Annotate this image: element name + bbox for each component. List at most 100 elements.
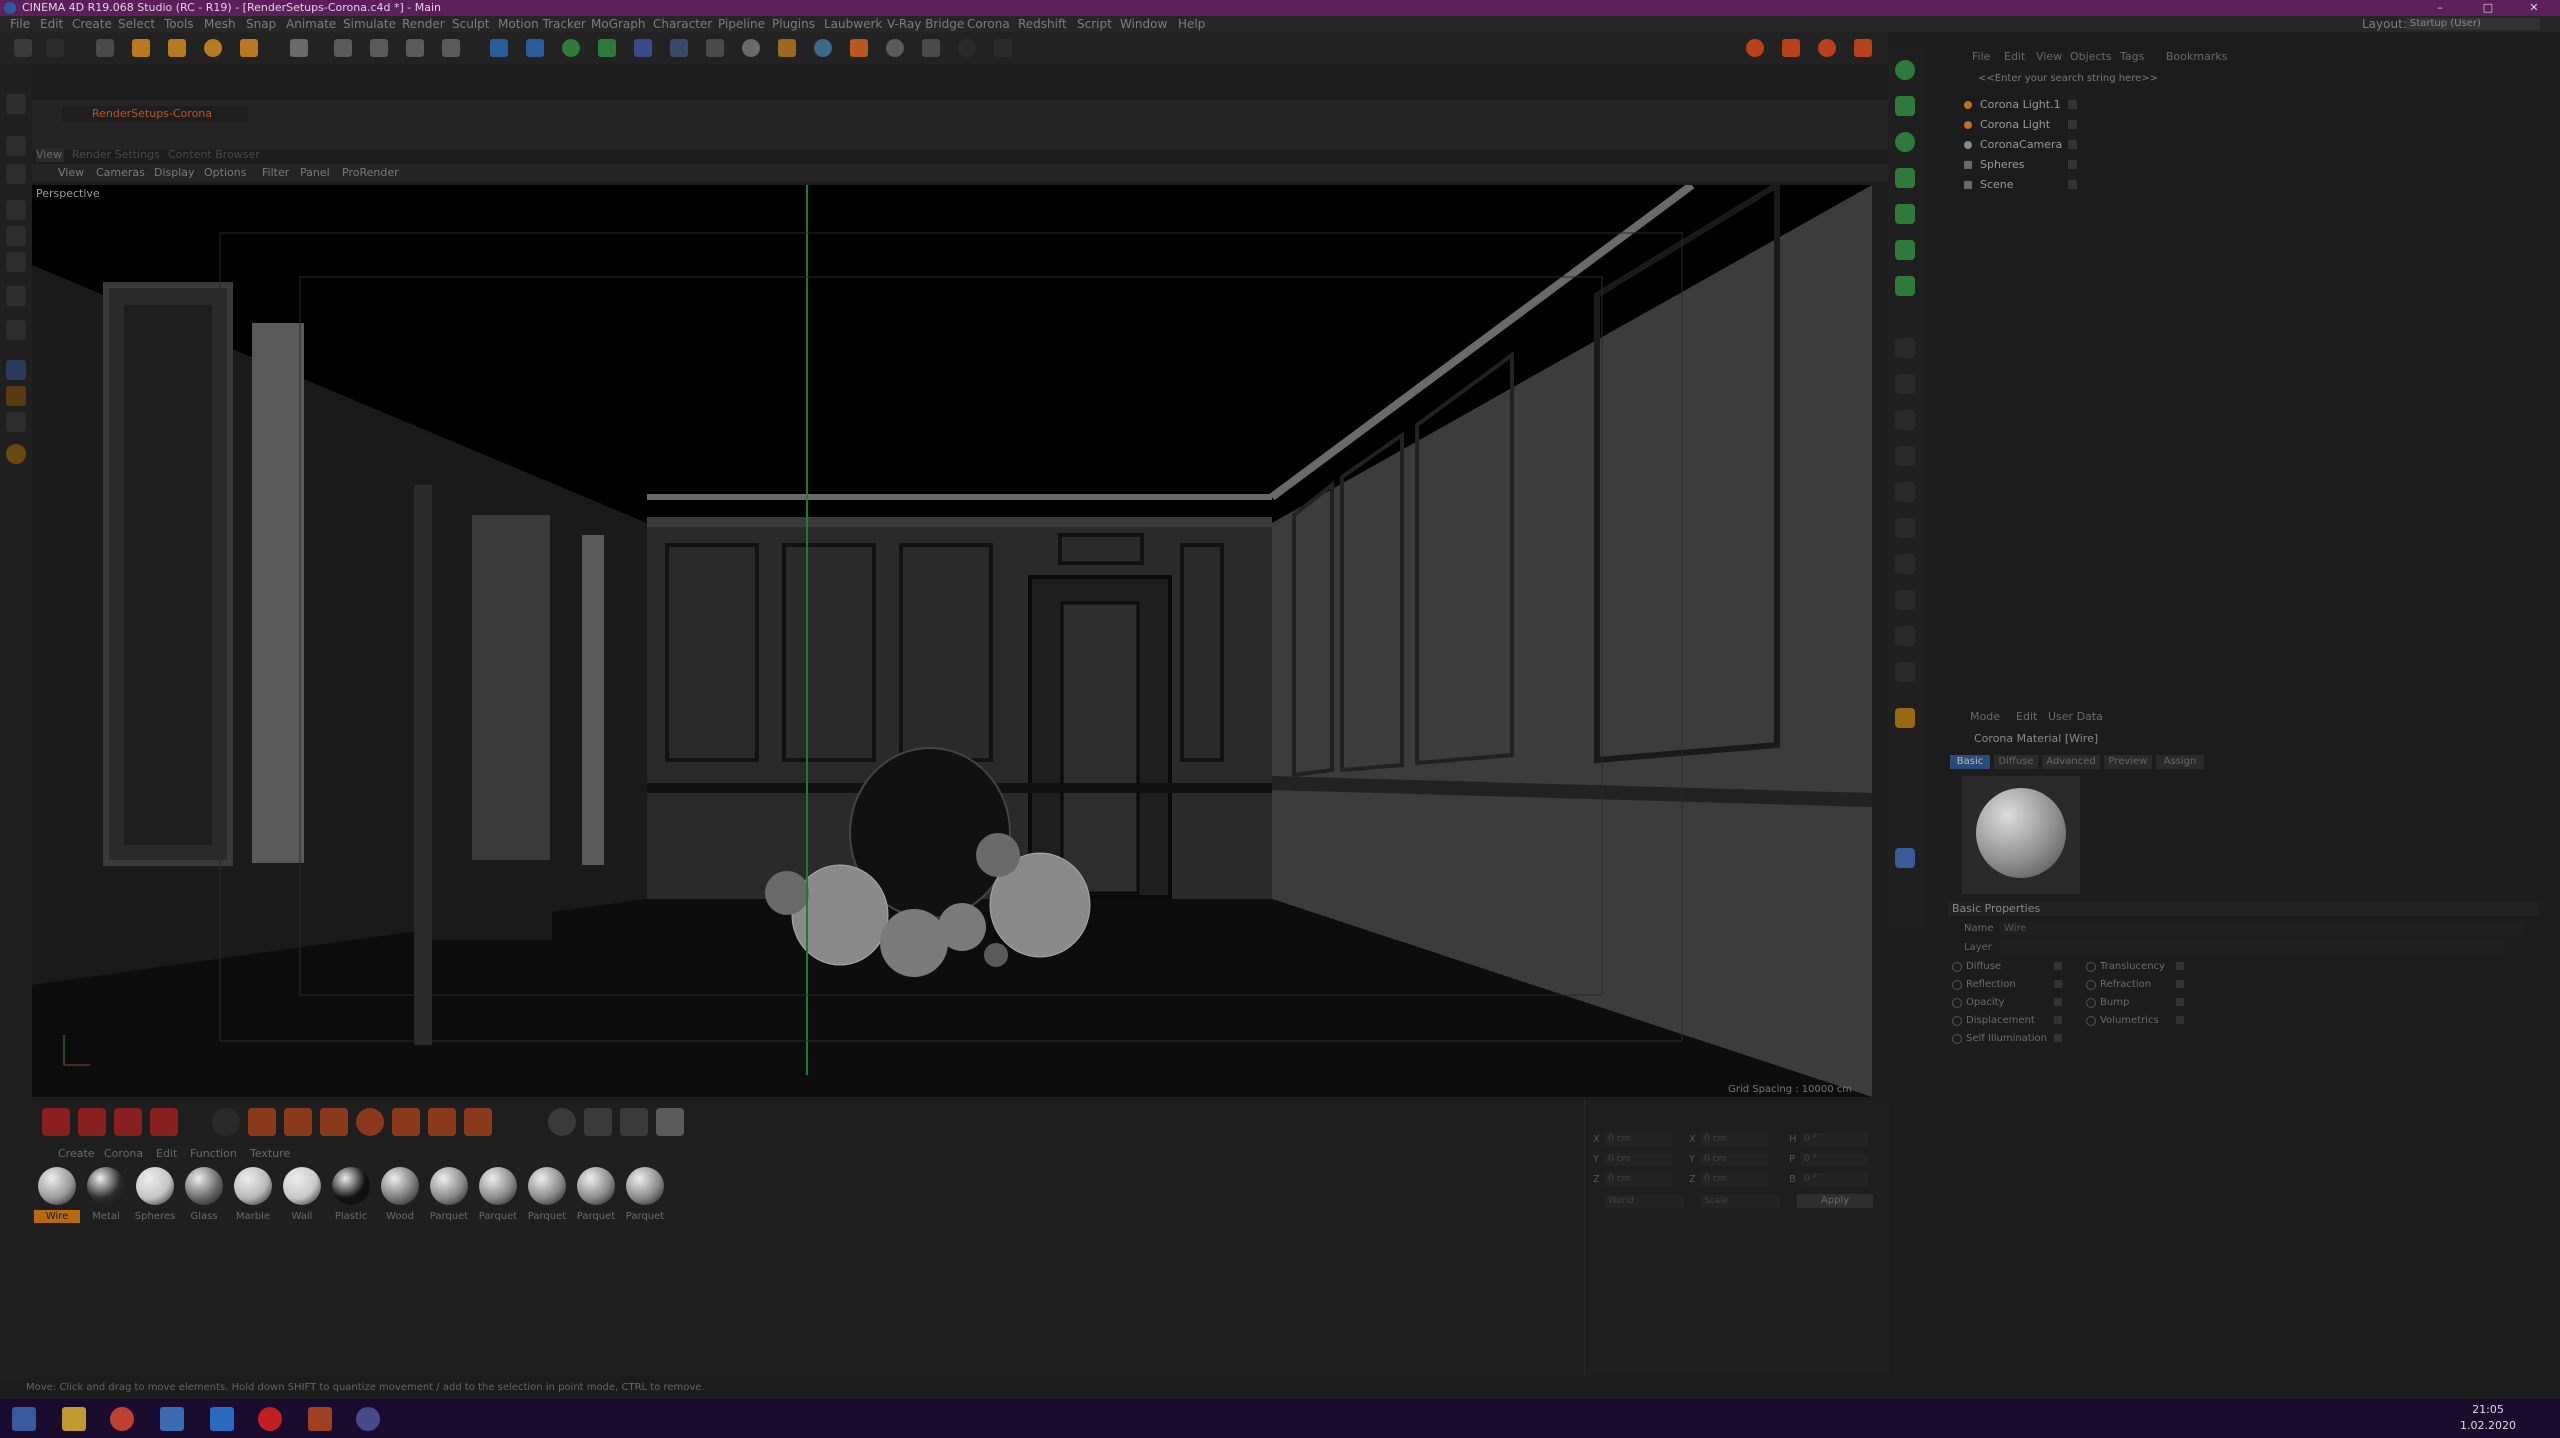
coord-b-input[interactable]: 0 °	[1801, 1173, 1868, 1186]
om-menu-bookmarks[interactable]: Bookmarks	[2166, 48, 2227, 66]
object-search-input[interactable]: <<Enter your search string here>>	[1948, 72, 2538, 86]
corona-vfb-button[interactable]	[1778, 36, 1804, 60]
render-settings-button[interactable]	[438, 36, 464, 60]
boole-button[interactable]	[1895, 132, 1915, 152]
menu-mograph[interactable]: MoGraph	[591, 16, 646, 32]
sphere-object-button[interactable]	[1895, 60, 1915, 80]
corona-ipr-button[interactable]	[1742, 36, 1768, 60]
material-swatch[interactable]: Parquet	[426, 1165, 472, 1227]
view-tab[interactable]: View	[36, 148, 64, 162]
polygons-mode-button[interactable]	[6, 252, 26, 272]
material-swatch[interactable]: Parquet	[524, 1165, 570, 1227]
model-mode-button[interactable]	[6, 94, 26, 114]
points-mode-button[interactable]	[6, 200, 26, 220]
viewport-menu-view[interactable]: View	[58, 164, 84, 182]
visibility-toggle[interactable]	[2068, 100, 2077, 109]
bend-deformer-button[interactable]	[1895, 276, 1915, 296]
keyframe-settings-button[interactable]	[150, 1108, 178, 1136]
layer-field[interactable]	[2000, 941, 2504, 954]
material-swatch[interactable]: Wire	[34, 1165, 80, 1227]
coord-z-position-input[interactable]: 0 cm	[1605, 1173, 1672, 1186]
close-button[interactable]: ✕	[2514, 0, 2554, 16]
material-menu-corona[interactable]: Corona	[104, 1145, 143, 1163]
menu-corona[interactable]: Corona	[967, 16, 1010, 32]
subdivision-button[interactable]	[558, 36, 584, 60]
menu-tools[interactable]: Tools	[164, 16, 194, 32]
reflection-checkbox[interactable]	[2054, 980, 2062, 988]
content-browser-tab[interactable]: Content Browser	[168, 148, 260, 162]
3d-viewport[interactable]: Perspective Grid Spacing : 10000 cm	[32, 185, 1872, 1097]
corona-decal-button[interactable]	[392, 1108, 420, 1136]
frame-button[interactable]	[918, 36, 944, 60]
extrude-button[interactable]	[1895, 204, 1915, 224]
bump-checkbox[interactable]	[2176, 998, 2184, 1006]
tool-strip-button-8[interactable]	[1895, 338, 1915, 358]
menu-vray-bridge[interactable]: V-Ray Bridge	[887, 16, 964, 32]
spline-button[interactable]	[1895, 240, 1915, 260]
material-swatch[interactable]: Plastic	[328, 1165, 374, 1227]
om-menu-view[interactable]: View	[2036, 48, 2062, 66]
keyframe-selection-button[interactable]	[114, 1108, 142, 1136]
axis-mode-button[interactable]	[6, 286, 26, 306]
tab-assign[interactable]: Assign	[2156, 755, 2204, 769]
material-swatch[interactable]: Parquet	[622, 1165, 668, 1227]
app-icon-2[interactable]	[308, 1407, 332, 1431]
om-menu-file[interactable]: File	[1972, 48, 1990, 66]
coord-z-size-input[interactable]: 0 cm	[1701, 1173, 1768, 1186]
translucency-checkbox[interactable]	[2176, 962, 2184, 970]
viewport-menu-filter[interactable]: Filter	[262, 164, 289, 182]
gear-button[interactable]	[882, 36, 908, 60]
object-row[interactable]: Corona Light	[1944, 116, 2540, 134]
corona-render-button[interactable]	[1814, 36, 1840, 60]
menu-redshift[interactable]: Redshift	[1018, 16, 1067, 32]
snap-button[interactable]	[6, 320, 26, 340]
workplane-button[interactable]	[6, 164, 26, 184]
coord-scale-select[interactable]: Scale	[1701, 1195, 1780, 1208]
tab-basic[interactable]: Basic	[1950, 755, 1990, 769]
displacement-checkbox[interactable]	[2054, 1016, 2062, 1024]
object-row[interactable]: Scene	[1944, 176, 2540, 194]
menu-select[interactable]: Select	[118, 16, 155, 32]
menu-motion-tracker[interactable]: Motion Tracker	[498, 16, 586, 32]
hdri-button[interactable]	[656, 1108, 684, 1136]
gear-object-button[interactable]	[1895, 168, 1915, 188]
menu-sculpt[interactable]: Sculpt	[452, 16, 489, 32]
viewport-menu-cameras[interactable]: Cameras	[96, 164, 145, 182]
move-tool-button[interactable]	[128, 36, 154, 60]
pen-button[interactable]	[522, 36, 548, 60]
object-row[interactable]: Spheres	[1944, 156, 2540, 174]
menu-edit[interactable]: Edit	[40, 16, 63, 32]
windows-start-icon[interactable]	[12, 1407, 36, 1431]
material-swatch[interactable]: Wall	[279, 1165, 325, 1227]
animate-dot[interactable]	[2086, 998, 2096, 1008]
opacity-checkbox[interactable]	[2054, 998, 2062, 1006]
am-menu-edit[interactable]: Edit	[2016, 708, 2037, 726]
menu-window[interactable]: Window	[1120, 16, 1167, 32]
object-row[interactable]: Corona Light.1	[1944, 96, 2540, 114]
menu-script[interactable]: Script	[1077, 16, 1112, 32]
material-menu-texture[interactable]: Texture	[250, 1145, 290, 1163]
visibility-toggle[interactable]	[2068, 120, 2077, 129]
tool-strip-button-13[interactable]	[1895, 518, 1915, 538]
physical-camera-button[interactable]	[620, 1108, 648, 1136]
tab-preview[interactable]: Preview	[2104, 755, 2152, 769]
coord-space-select[interactable]: World	[1605, 1195, 1684, 1208]
corona-light-tool-button[interactable]	[284, 1108, 312, 1136]
document-tab[interactable]: RenderSetups-Corona	[62, 106, 248, 122]
camera-button[interactable]	[702, 36, 728, 60]
select-tool-button[interactable]	[92, 36, 118, 60]
material-swatch[interactable]: Glass	[181, 1165, 227, 1227]
corona-sun-button[interactable]	[810, 36, 836, 60]
corona-tag-button[interactable]	[6, 444, 26, 464]
tool-strip-button-14[interactable]	[1895, 554, 1915, 574]
edges-mode-button[interactable]	[6, 226, 26, 246]
cube-object-button[interactable]	[1895, 848, 1915, 868]
om-menu-edit[interactable]: Edit	[2004, 48, 2025, 66]
undo-button[interactable]	[10, 36, 36, 60]
material-swatch[interactable]: Marble	[230, 1165, 276, 1227]
scale-tool-button[interactable]	[164, 36, 190, 60]
minimize-button[interactable]: –	[2420, 0, 2460, 16]
layout-select[interactable]: Startup (User)	[2406, 18, 2540, 30]
animate-dot[interactable]	[1952, 1016, 1962, 1026]
apply-button[interactable]: Apply	[1797, 1194, 1873, 1208]
